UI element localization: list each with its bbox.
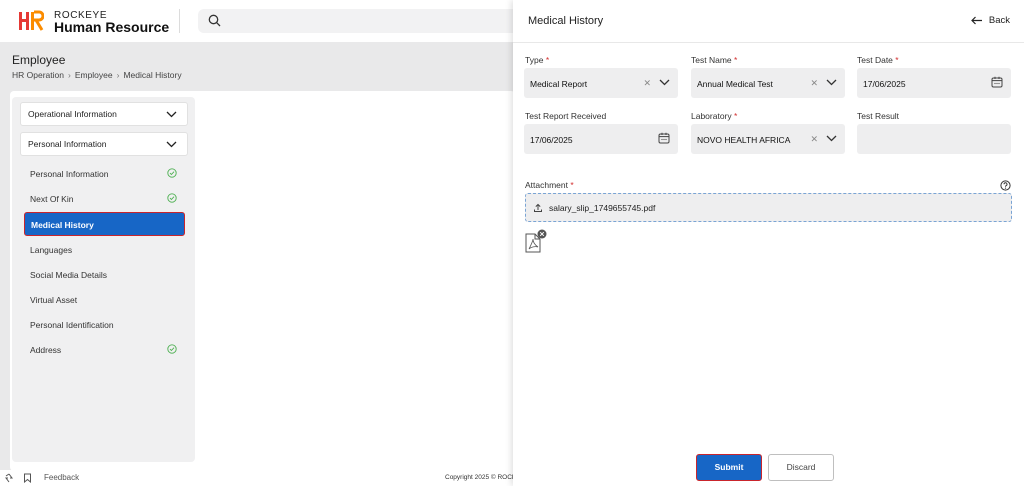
test-date-label: Test Date *	[857, 55, 899, 65]
sidebar-item-personal-identification[interactable]: Personal Identification	[24, 313, 185, 337]
calendar-icon[interactable]	[991, 76, 1003, 88]
report-received-value: 17/06/2025	[530, 135, 573, 145]
arrow-left-icon	[971, 16, 982, 25]
upload-icon	[534, 203, 542, 212]
brand-logo-icon	[19, 10, 44, 31]
discard-button[interactable]: Discard	[768, 454, 834, 481]
sidebar-item-label: Personal Information	[30, 169, 109, 179]
chevron-down-icon	[166, 141, 177, 148]
breadcrumb-item[interactable]: Employee	[75, 70, 113, 80]
recycle-icon[interactable]	[4, 473, 14, 483]
clear-icon[interactable]: ✕	[810, 78, 818, 89]
sidebar-item-languages[interactable]: Languages	[24, 238, 185, 262]
sidebar-item-personal-information[interactable]: Personal Information	[24, 162, 185, 186]
sidebar-item-next-of-kin[interactable]: Next Of Kin	[24, 187, 185, 211]
breadcrumb: HR Operation › Employee › Medical Histor…	[12, 70, 182, 80]
chevron-right-icon: ›	[67, 70, 71, 80]
divider	[179, 9, 180, 33]
chevron-down-icon[interactable]	[659, 79, 670, 86]
sidebar-item-label: Virtual Asset	[30, 295, 78, 305]
type-select[interactable]: Medical Report ✕	[524, 68, 678, 98]
remove-attachment-icon[interactable]	[537, 229, 547, 239]
breadcrumb-item: Medical History	[123, 70, 182, 80]
sidebar-item-label: Next Of Kin	[30, 194, 74, 204]
attachment-dropzone[interactable]: salary_slip_1749655745.pdf	[525, 193, 1012, 222]
chevron-down-icon	[166, 111, 177, 118]
report-received-label: Test Report Received	[525, 111, 607, 121]
medical-history-drawer: Medical History Back Type * Medical Repo…	[513, 0, 1024, 486]
chevron-down-icon[interactable]	[826, 79, 837, 86]
accordion-label: Personal Information	[28, 139, 107, 149]
sidebar-item-social-media-details[interactable]: Social Media Details	[24, 263, 185, 287]
sidebar-item-label: Address	[30, 345, 62, 355]
sidebar-item-virtual-asset[interactable]: Virtual Asset	[24, 288, 185, 312]
back-button[interactable]: Back	[971, 15, 1010, 26]
attachment-label: Attachment *	[525, 180, 574, 190]
chevron-down-icon[interactable]	[826, 135, 837, 142]
breadcrumb-item[interactable]: HR Operation	[12, 70, 64, 80]
accordion-label: Operational Information	[28, 109, 117, 119]
accordion-operational-information[interactable]: Operational Information	[20, 102, 188, 126]
copyright-text: Copyright 2025 © ROCKE	[445, 474, 521, 481]
sidebar-item-label: Personal Identification	[30, 320, 114, 330]
search-icon	[208, 14, 221, 27]
test-name-label: Test Name *	[691, 55, 738, 65]
test-date-value: 17/06/2025	[863, 79, 906, 89]
sidebar-item-label: Medical History	[31, 220, 94, 230]
bookmark-icon[interactable]	[23, 473, 32, 483]
search-input[interactable]	[198, 9, 518, 33]
test-result-input[interactable]	[857, 124, 1011, 154]
test-name-select[interactable]: Annual Medical Test ✕	[691, 68, 845, 98]
chevron-right-icon: ›	[116, 70, 120, 80]
check-circle-icon	[167, 168, 177, 178]
report-received-input[interactable]: 17/06/2025	[524, 124, 678, 154]
laboratory-select[interactable]: NOVO HEALTH AFRICA ✕	[691, 124, 845, 154]
check-circle-icon	[167, 344, 177, 354]
clear-icon[interactable]: ✕	[810, 134, 818, 145]
drawer-header: Medical History Back	[513, 0, 1024, 43]
back-label: Back	[988, 15, 1010, 26]
accordion-personal-information[interactable]: Personal Information	[20, 132, 188, 156]
laboratory-label: Laboratory *	[691, 111, 738, 121]
test-result-label: Test Result	[857, 111, 900, 121]
test-name-value: Annual Medical Test	[697, 79, 773, 89]
check-circle-icon	[167, 193, 177, 203]
brand-name: Human Resource	[54, 19, 170, 35]
sidebar-item-label: Languages	[30, 245, 73, 255]
laboratory-value: NOVO HEALTH AFRICA	[697, 135, 791, 145]
sidebar-item-address[interactable]: Address	[24, 338, 185, 362]
drawer-title: Medical History	[528, 15, 604, 27]
sidebar-item-medical-history[interactable]: Medical History	[24, 212, 185, 236]
feedback-link[interactable]: Feedback	[44, 473, 79, 482]
help-icon[interactable]	[1000, 180, 1011, 191]
clear-icon[interactable]: ✕	[643, 78, 651, 89]
sidebar-item-label: Social Media Details	[30, 270, 108, 280]
type-label: Type *	[525, 55, 550, 65]
attachment-filename: salary_slip_1749655745.pdf	[549, 203, 656, 213]
calendar-icon[interactable]	[658, 132, 670, 144]
page-title: Employee	[12, 53, 66, 67]
submit-button[interactable]: Submit	[696, 454, 762, 481]
type-value: Medical Report	[530, 79, 588, 89]
test-date-input[interactable]: 17/06/2025	[857, 68, 1011, 98]
